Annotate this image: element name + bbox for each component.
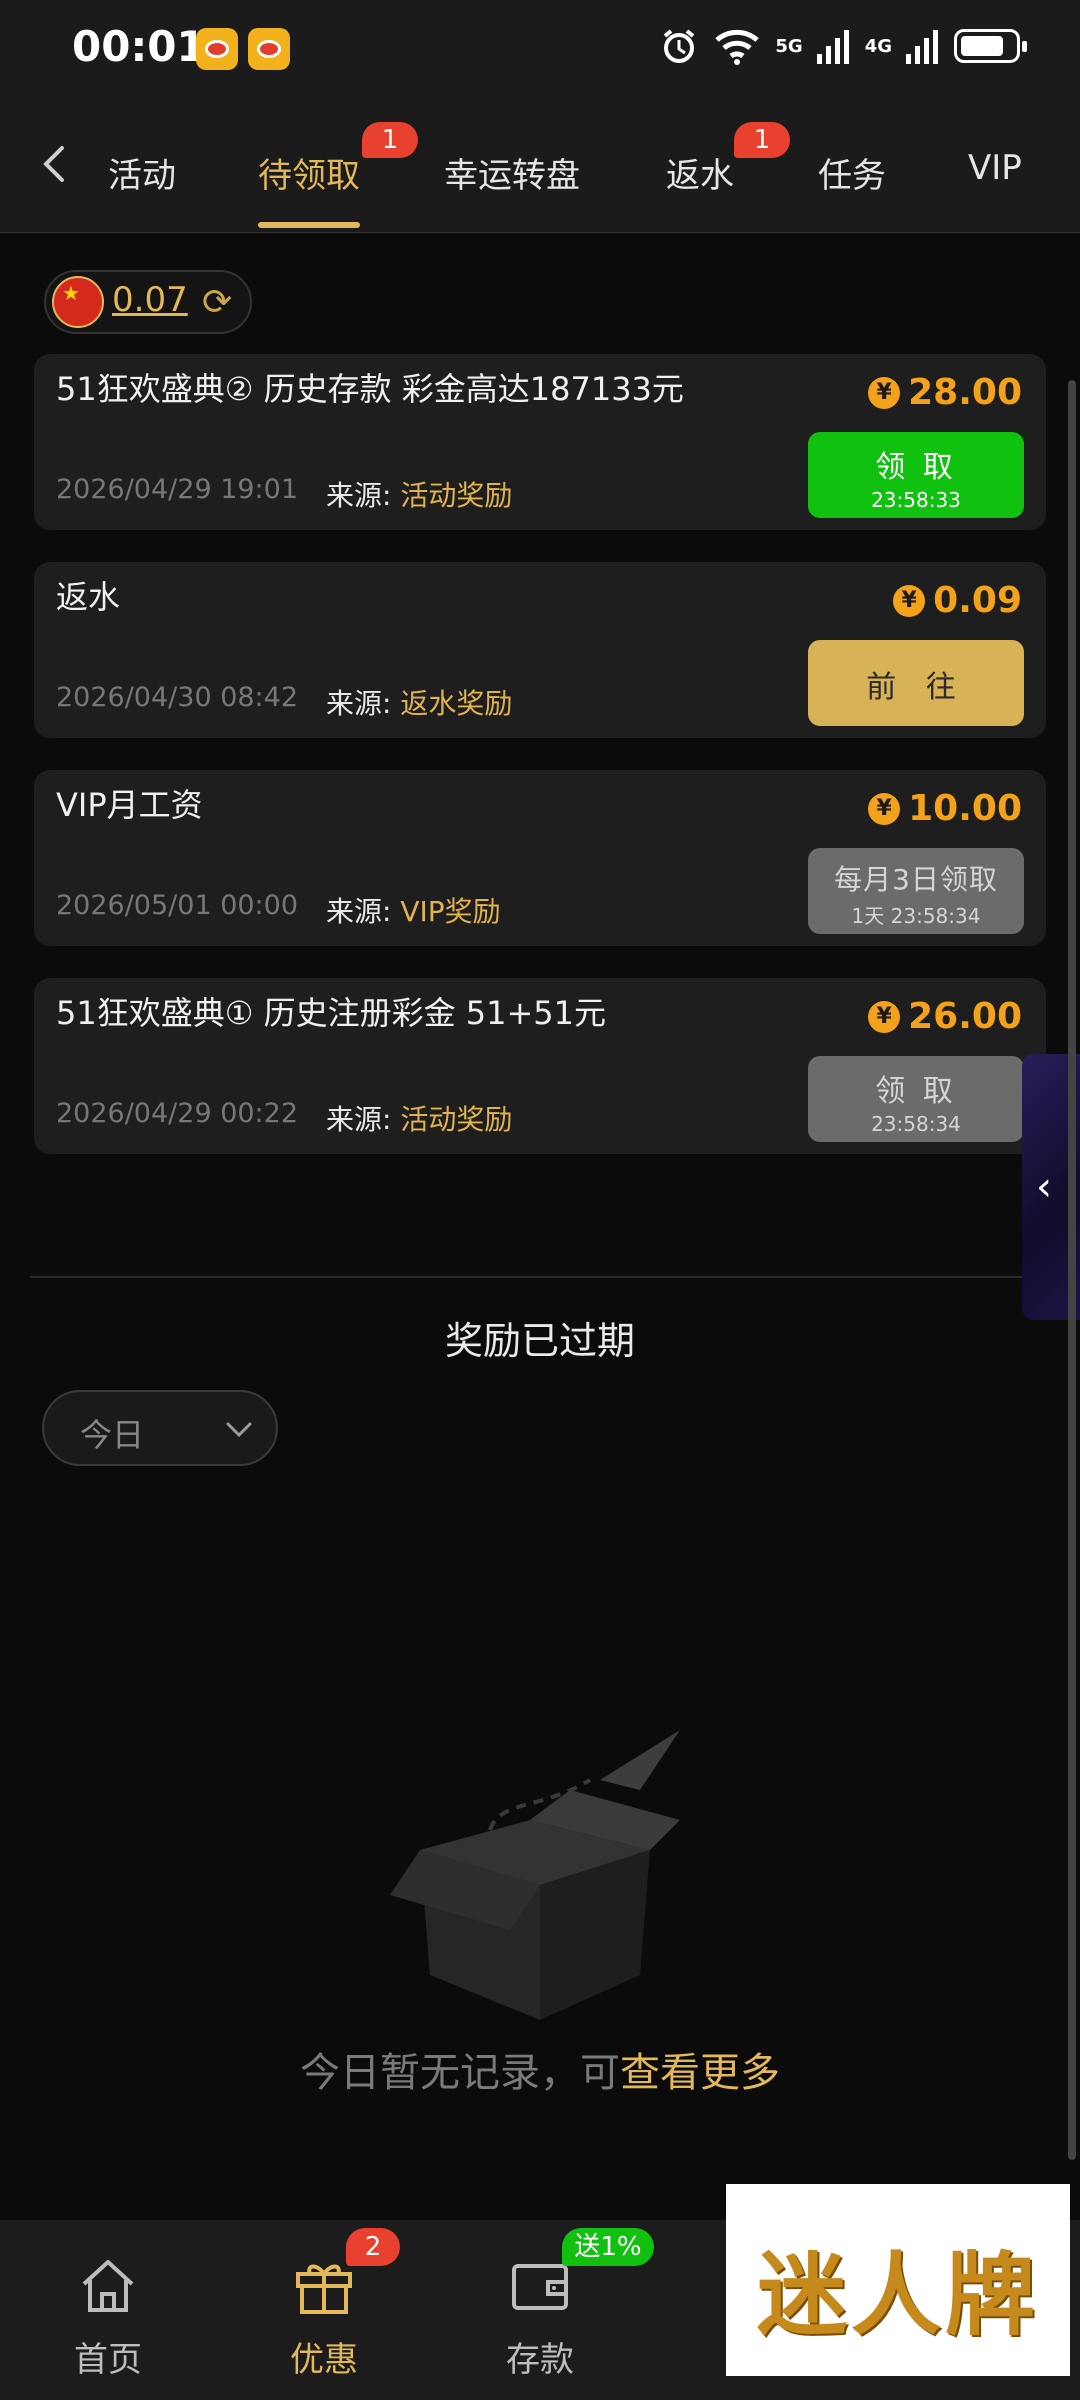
network-5g-label: 5G — [775, 35, 803, 57]
tab-bar: 活动 待领取 1 幸运转盘 返水 1 任务 VIP — [0, 100, 1080, 233]
yen-coin-icon: ¥ — [868, 1000, 901, 1033]
home-icon — [82, 2260, 134, 2312]
amount-value: 26.00 — [908, 996, 1022, 1037]
nav-promotions-label: 优惠 — [290, 2340, 358, 2380]
claim-button-label: 领 取 — [875, 450, 957, 485]
yen-coin-icon: ¥ — [868, 792, 901, 825]
reward-source: 来源: 活动奖励 — [326, 1098, 512, 1138]
reward-amount: ¥28.00 — [868, 372, 1022, 413]
reward-card: VIP月工资 2026/05/01 00:00 来源: VIP奖励 ¥10.00… — [34, 770, 1046, 946]
yen-coin-icon: ¥ — [868, 376, 901, 409]
signal-icon — [906, 30, 938, 64]
view-more-link[interactable]: 查看更多 — [620, 2050, 780, 2096]
deposit-bonus-badge: 送1% — [562, 2228, 654, 2266]
go-button-label: 前 往 — [866, 670, 966, 705]
weibo-icon — [248, 28, 290, 70]
reward-card: 51狂欢盛典② 历史存款 彩金高达187133元 2026/04/29 19:0… — [34, 354, 1046, 530]
claim-button-disabled[interactable]: 领 取 23:58:34 — [808, 1056, 1024, 1142]
chevron-left-icon: ‹ — [1036, 1164, 1052, 1210]
date-filter-dropdown[interactable]: 今日 — [42, 1390, 278, 1466]
source-value: 返水奖励 — [400, 687, 513, 720]
reward-date: 2026/04/30 08:42 — [56, 682, 299, 713]
nav-promotions-badge: 2 — [346, 2228, 400, 2266]
reward-card: 返水 2026/04/30 08:42 来源: 返水奖励 ¥0.09 前 往 — [34, 562, 1046, 738]
tab-activity[interactable]: 活动 — [108, 148, 176, 197]
balance-pill: 0.07 ⟳ — [44, 270, 252, 334]
empty-state-message: 今日暂无记录，可查看更多 — [0, 2040, 1080, 2098]
reward-source: 来源: 活动奖励 — [326, 474, 512, 514]
go-button[interactable]: 前 往 — [808, 640, 1024, 726]
reward-title: 51狂欢盛典② 历史存款 彩金高达187133元 — [56, 370, 684, 408]
reward-title: 返水 — [56, 578, 121, 616]
signal-icon — [816, 30, 849, 64]
back-arrow-icon[interactable] — [36, 144, 76, 184]
reward-card: 51狂欢盛典① 历史注册彩金 51+51元 2026/04/29 00:22 来… — [34, 978, 1046, 1154]
tab-pending[interactable]: 待领取 — [258, 148, 360, 197]
claim-button-label: 领 取 — [875, 1074, 957, 1109]
status-indicators: 5G 4G — [659, 26, 1027, 66]
reward-date: 2026/05/01 00:00 — [56, 890, 299, 921]
chevron-down-icon — [226, 1422, 252, 1438]
nav-deposit[interactable]: 存款 送1% — [470, 2220, 654, 2400]
empty-state-text: 今日暂无记录，可 — [300, 2050, 620, 2096]
source-label: 来源: — [326, 1103, 392, 1136]
tab-lucky-wheel[interactable]: 幸运转盘 — [444, 148, 580, 197]
reward-amount: ¥10.00 — [868, 788, 1022, 829]
balance-value[interactable]: 0.07 — [112, 280, 188, 320]
claim-button[interactable]: 领 取 23:58:33 — [808, 432, 1024, 518]
monthly-claim-countdown: 1天 23:58:34 — [851, 904, 981, 928]
empty-box-icon — [390, 1730, 680, 2020]
tab-tasks[interactable]: 任务 — [818, 148, 886, 197]
monthly-claim-label: 每月3日领取 — [834, 863, 998, 896]
battery-icon — [954, 29, 1027, 63]
amount-value: 0.09 — [933, 580, 1022, 621]
status-bar: 00:01 5G 4G — [0, 0, 1080, 100]
reward-date: 2026/04/29 00:22 — [56, 1098, 299, 1129]
section-divider — [30, 1276, 1050, 1278]
tab-rebate[interactable]: 返水 — [666, 148, 734, 197]
yen-coin-icon: ¥ — [893, 584, 926, 617]
reward-date: 2026/04/29 19:01 — [56, 474, 299, 505]
china-flag-icon — [52, 276, 104, 328]
network-4g-label: 4G — [864, 35, 892, 57]
tab-rebate-badge: 1 — [734, 122, 790, 158]
source-label: 来源: — [326, 895, 392, 928]
reward-amount: ¥26.00 — [868, 996, 1022, 1037]
reward-title: 51狂欢盛典① 历史注册彩金 51+51元 — [56, 994, 607, 1032]
reward-title: VIP月工资 — [56, 786, 203, 824]
reward-source: 来源: 返水奖励 — [326, 682, 512, 722]
source-label: 来源: — [326, 687, 392, 720]
source-value: 活动奖励 — [400, 479, 513, 512]
nav-home[interactable]: 首页 — [38, 2220, 178, 2400]
promo-text: 迷人牌 — [757, 2242, 1039, 2348]
tab-vip[interactable]: VIP — [968, 148, 1022, 188]
amount-value: 28.00 — [908, 372, 1022, 413]
refresh-icon[interactable]: ⟳ — [202, 282, 232, 323]
weibo-icon — [196, 28, 238, 70]
promo-banner[interactable]: 迷人牌 — [726, 2184, 1070, 2376]
claim-countdown: 23:58:34 — [871, 1112, 961, 1136]
scrollbar[interactable] — [1068, 380, 1076, 2160]
nav-home-label: 首页 — [74, 2340, 142, 2380]
expired-section-title: 奖励已过期 — [444, 1319, 635, 1363]
monthly-claim-button[interactable]: 每月3日领取 1天 23:58:34 — [808, 848, 1024, 934]
nav-promotions[interactable]: 优惠 2 — [254, 2220, 400, 2400]
reward-source: 来源: VIP奖励 — [326, 890, 501, 930]
nav-deposit-label: 存款 — [506, 2340, 574, 2380]
active-tab-indicator — [258, 222, 360, 228]
alarm-icon — [664, 29, 695, 63]
wifi-icon — [715, 29, 760, 65]
source-label: 来源: — [326, 479, 392, 512]
amount-value: 10.00 — [908, 788, 1022, 829]
claim-countdown: 23:58:33 — [871, 488, 961, 512]
tab-pending-badge: 1 — [362, 122, 418, 158]
source-value: VIP奖励 — [400, 895, 501, 928]
reward-amount: ¥0.09 — [893, 580, 1022, 621]
source-value: 活动奖励 — [400, 1103, 513, 1136]
status-time: 00:01 — [72, 22, 206, 71]
date-filter-value: 今日 — [80, 1416, 145, 1454]
